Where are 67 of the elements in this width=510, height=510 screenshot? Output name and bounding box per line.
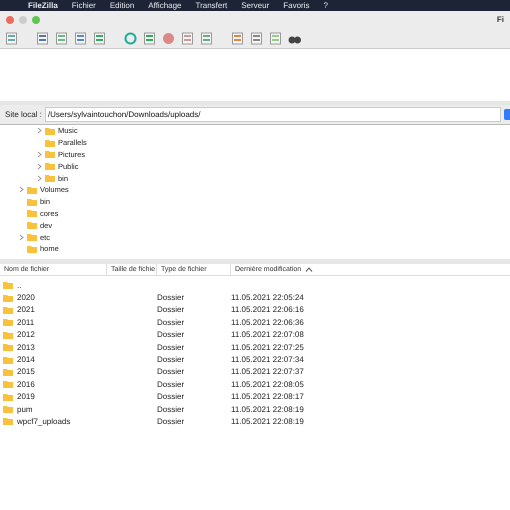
toolbar-icon bbox=[124, 32, 137, 44]
modified-date: 11.05.2021 22:07:08 bbox=[231, 330, 305, 340]
file-type: Dossier bbox=[157, 355, 186, 364]
dropdown-button[interactable] bbox=[504, 109, 510, 120]
toolbar-icon bbox=[269, 32, 282, 44]
file-name[interactable]: 2012 bbox=[17, 330, 35, 340]
file-name[interactable]: 2016 bbox=[17, 380, 35, 389]
toolbar-icon bbox=[143, 32, 156, 44]
file-name[interactable]: 2021 bbox=[17, 305, 35, 314]
menu-item[interactable]: Fichier bbox=[72, 0, 96, 10]
toolbar-icon bbox=[181, 32, 194, 44]
modified-date: 11.05.2021 22:06:36 bbox=[231, 318, 305, 327]
chevron-icon[interactable] bbox=[37, 127, 42, 134]
minimize-button[interactable] bbox=[19, 16, 27, 24]
close-button[interactable] bbox=[6, 16, 14, 24]
toolbar-icon bbox=[36, 32, 49, 44]
modified-date: 11.05.2021 22:08:19 bbox=[231, 404, 305, 414]
file-type: Dossier bbox=[157, 305, 186, 314]
menu-item[interactable]: FileZilla bbox=[28, 0, 58, 10]
menu-item[interactable]: Favoris bbox=[283, 0, 310, 10]
file-type: Dossier bbox=[157, 318, 186, 327]
file-name[interactable]: 2013 bbox=[17, 342, 35, 352]
zoom-button[interactable] bbox=[32, 16, 40, 24]
menu-item[interactable]: Transfert bbox=[196, 0, 228, 10]
file-name[interactable]: 2020 bbox=[17, 293, 35, 302]
chevron-icon[interactable] bbox=[19, 186, 24, 194]
window-title: Fi bbox=[496, 15, 504, 24]
file-type: Dossier bbox=[157, 293, 186, 302]
toolbar-icon bbox=[93, 32, 106, 44]
file-type: Dossier bbox=[157, 330, 186, 340]
modified-date: 11.05.2021 22:08:05 bbox=[231, 380, 305, 389]
menu-item[interactable]: ? bbox=[323, 0, 328, 10]
modified-date: 11.05.2021 22:07:34 bbox=[231, 355, 305, 364]
toolbar-icon bbox=[200, 32, 213, 44]
file-name[interactable]: 2014 bbox=[17, 355, 35, 364]
path-field[interactable]: /Users/sylvaintouchon/Downloads/uploads/ bbox=[44, 107, 501, 122]
toolbar-icon bbox=[74, 32, 87, 44]
file-name[interactable]: pum bbox=[17, 404, 33, 414]
toolbar-icon bbox=[5, 32, 18, 44]
file-name[interactable]: 2011 bbox=[17, 318, 34, 327]
file-type: Dossier bbox=[157, 342, 186, 352]
file-name[interactable]: 2019 bbox=[17, 392, 35, 402]
menu-item[interactable]: Serveur bbox=[241, 0, 270, 10]
toolbar-icon bbox=[162, 32, 175, 44]
toolbar-icon bbox=[231, 32, 244, 44]
menu-item[interactable]: Edition bbox=[110, 0, 134, 10]
chevron-icon[interactable] bbox=[19, 234, 24, 241]
sort-icon bbox=[305, 267, 314, 272]
toolbar-button[interactable] bbox=[35, 30, 50, 46]
file-name[interactable]: wpcf7_uploads bbox=[17, 416, 70, 426]
modified-date: 11.05.2021 22:05:24 bbox=[231, 293, 305, 302]
file-type: Dossier bbox=[157, 404, 186, 414]
file-type: Dossier bbox=[157, 367, 186, 376]
menu-item[interactable]: Affichage bbox=[148, 0, 182, 10]
file-name[interactable]: .. bbox=[17, 280, 22, 290]
site-local-label: Site local : bbox=[5, 110, 42, 119]
modified-date: 11.05.2021 22:06:16 bbox=[231, 305, 305, 314]
modified-date: 11.05.2021 22:08:17 bbox=[231, 392, 305, 402]
file-type: Dossier bbox=[157, 392, 186, 402]
file-type: Dossier bbox=[157, 416, 186, 426]
toolbar-icon bbox=[55, 32, 68, 44]
modified-date: 11.05.2021 22:08:19 bbox=[231, 416, 305, 426]
modified-date: 11.05.2021 22:07:25 bbox=[231, 342, 305, 352]
modified-date: 11.05.2021 22:07:37 bbox=[231, 367, 305, 376]
file-name[interactable]: 2015 bbox=[17, 367, 35, 376]
toolbar-icon bbox=[250, 32, 263, 44]
file-type: Dossier bbox=[157, 380, 186, 389]
